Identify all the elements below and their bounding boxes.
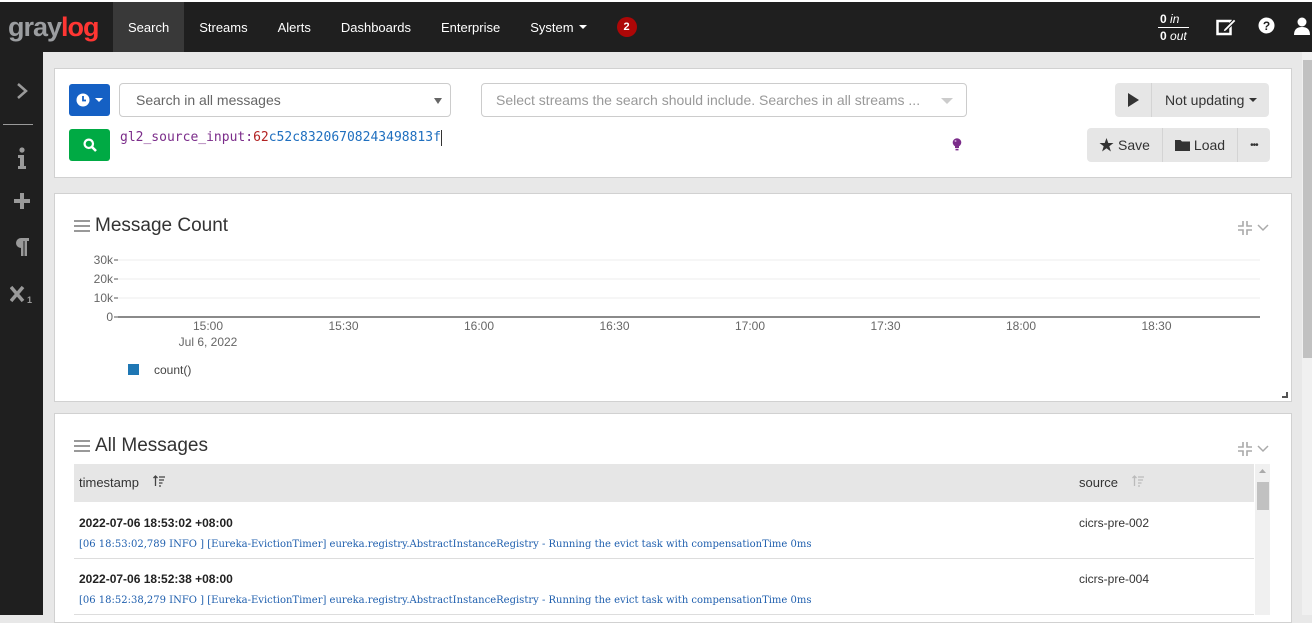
- y-tick-label: 0: [106, 310, 113, 324]
- nav-menu: Search Streams Alerts Dashboards Enterpr…: [113, 2, 637, 52]
- table-scrollbar[interactable]: [1255, 464, 1270, 615]
- message-source: cicrs-pre-004: [1079, 572, 1150, 586]
- help-icon[interactable]: ?: [1258, 17, 1275, 38]
- nav-item-alerts[interactable]: Alerts: [263, 2, 326, 52]
- message-text: [06 18:53:02,789 INFO ] [Eureka-Eviction…: [79, 539, 812, 550]
- drag-handle-icon[interactable]: [74, 220, 90, 232]
- column-header-timestamp[interactable]: timestamp: [79, 475, 165, 490]
- streams-select[interactable]: Select streams the search should include…: [481, 83, 967, 117]
- y-tick-label: 10k: [94, 291, 114, 305]
- svg-text:?: ?: [1263, 19, 1270, 33]
- user-icon[interactable]: [1294, 17, 1310, 39]
- time-range-button[interactable]: [69, 84, 110, 116]
- top-navbar: graylog Search Streams Alerts Dashboards…: [0, 0, 1312, 52]
- search-actions: Save Load •••: [1087, 128, 1270, 162]
- left-sidebar: 1: [0, 52, 43, 615]
- dropdown-arrow-icon: [941, 98, 953, 104]
- sort-icon[interactable]: [1132, 475, 1145, 490]
- drag-handle-icon[interactable]: [74, 440, 90, 452]
- play-icon: [1128, 93, 1139, 107]
- play-button[interactable]: [1115, 83, 1152, 117]
- message-timestamp: 2022-07-06 18:52:38 +08:00: [79, 572, 233, 586]
- folder-icon: [1174, 140, 1190, 151]
- column-header-source[interactable]: source: [1079, 475, 1145, 490]
- edit-icon[interactable]: [1216, 17, 1237, 40]
- nav-item-streams[interactable]: Streams: [184, 2, 262, 52]
- x-tick-label: 15:00: [193, 319, 223, 333]
- divider: [1158, 27, 1189, 28]
- message-row[interactable]: 2022-07-06 18:53:02 +08:00 cicrs-pre-002…: [74, 503, 1254, 559]
- y-tick-label: 30k: [94, 253, 114, 267]
- x-tick-label: 17:00: [735, 319, 765, 333]
- message-text: [06 18:52:38,279 INFO ] [Eureka-Eviction…: [79, 595, 812, 606]
- message-count-chart: 0 10k 20k 30k 15:00 15:30 16:00 16:30 17:00 17:30…: [94, 253, 1260, 377]
- widget-controls: [1237, 441, 1269, 457]
- notification-badge[interactable]: 2: [616, 17, 637, 37]
- page-scrollbar[interactable]: [1302, 52, 1312, 615]
- search-scope-select[interactable]: Search in all messages: [119, 83, 451, 117]
- dropdown-arrow-icon: [434, 98, 442, 104]
- widget-title: Message Count: [74, 215, 228, 237]
- chevron-down-icon[interactable]: [1257, 224, 1269, 232]
- scroll-up-icon[interactable]: [1255, 465, 1270, 477]
- caret-down-icon: [578, 25, 587, 29]
- save-button[interactable]: Save: [1087, 128, 1163, 162]
- x-tick-label: 17:30: [870, 319, 900, 333]
- sort-icon[interactable]: [153, 475, 165, 490]
- more-actions-button[interactable]: •••: [1238, 128, 1270, 162]
- subscript-icon[interactable]: 1: [0, 284, 43, 310]
- x-tick-label: 16:00: [464, 319, 494, 333]
- refresh-interval-dropdown[interactable]: Not updating: [1152, 83, 1269, 117]
- legend-label: count(): [154, 363, 191, 377]
- refresh-controls: Not updating: [1115, 83, 1270, 117]
- star-icon: [1099, 138, 1114, 152]
- message-row[interactable]: 2022-07-06 18:52:38 +08:00 cicrs-pre-004…: [74, 559, 1254, 615]
- compress-icon[interactable]: [1237, 441, 1253, 457]
- chevron-down-icon[interactable]: [1257, 445, 1269, 453]
- sidebar-divider: [3, 124, 33, 125]
- x-tick-label: 18:30: [1141, 319, 1171, 333]
- message-timestamp: 2022-07-06 18:53:02 +08:00: [79, 516, 233, 530]
- nav-item-system[interactable]: System: [515, 2, 601, 52]
- legend-swatch: [128, 364, 139, 375]
- search-query-input[interactable]: gl2_source_input:62c52c83206708243498813…: [120, 129, 442, 147]
- lightbulb-icon[interactable]: [952, 138, 962, 154]
- scrollbar-thumb[interactable]: [1257, 482, 1269, 510]
- scrollbar-thumb[interactable]: [1303, 60, 1312, 358]
- caret-down-icon: [1249, 98, 1258, 102]
- widget-title: All Messages: [74, 435, 208, 457]
- caret-down-icon: [95, 98, 103, 102]
- info-icon[interactable]: [0, 147, 43, 175]
- add-icon[interactable]: [0, 192, 43, 216]
- x-tick-label: 16:30: [599, 319, 629, 333]
- message-source: cicrs-pre-002: [1079, 516, 1150, 530]
- nav-item-enterprise[interactable]: Enterprise: [426, 2, 515, 52]
- resize-handle-icon[interactable]: [1282, 392, 1288, 398]
- search-button[interactable]: [69, 129, 110, 161]
- widget-controls: [1237, 220, 1269, 236]
- messages-table-header: timestamp source: [74, 464, 1254, 502]
- compress-icon[interactable]: [1237, 220, 1253, 236]
- text-cursor: [440, 129, 442, 146]
- paragraph-icon[interactable]: [0, 237, 43, 263]
- nav-item-search[interactable]: Search: [113, 2, 185, 52]
- expand-chevron-icon[interactable]: [0, 82, 43, 106]
- svg-text:1: 1: [27, 295, 32, 304]
- x-date-label: Jul 6, 2022: [179, 335, 238, 349]
- y-tick-label: 20k: [94, 272, 114, 286]
- graylog-logo[interactable]: graylog: [8, 12, 100, 42]
- load-button[interactable]: Load: [1163, 128, 1239, 162]
- nav-item-dashboards[interactable]: Dashboards: [326, 2, 426, 52]
- search-icon: [83, 138, 97, 152]
- throughput-indicator[interactable]: 0 in 0 out: [1158, 12, 1189, 43]
- x-tick-label: 15:30: [328, 319, 358, 333]
- clock-icon: [76, 93, 90, 107]
- x-tick-label: 18:00: [1006, 319, 1036, 333]
